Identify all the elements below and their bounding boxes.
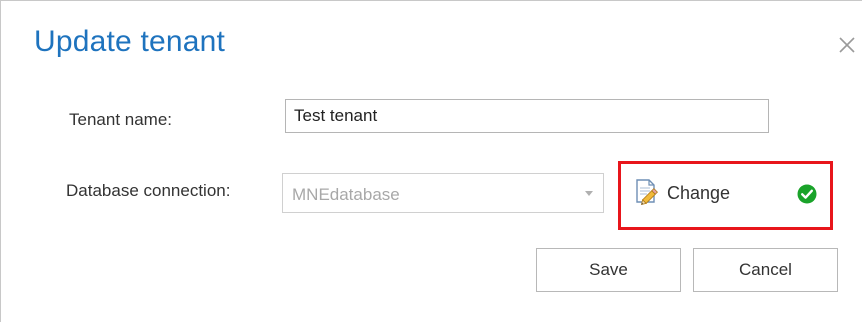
database-connection-select[interactable]: MNEdatabase xyxy=(282,173,604,213)
database-connection-value: MNEdatabase xyxy=(292,185,400,204)
cancel-button[interactable]: Cancel xyxy=(693,248,838,292)
database-connection-label: Database connection: xyxy=(66,181,231,200)
tenant-name-label: Tenant name: xyxy=(69,110,173,129)
save-button[interactable]: Save xyxy=(536,248,681,292)
tenant-name-input[interactable] xyxy=(285,99,769,133)
close-icon-graphic xyxy=(839,37,855,53)
update-tenant-dialog: Update tenant Tenant name: Database conn… xyxy=(0,0,862,322)
change-button[interactable]: Change xyxy=(633,177,731,210)
dialog-title: Update tenant xyxy=(34,25,226,58)
edit-pencil-icon xyxy=(633,177,661,210)
chevron-down-icon xyxy=(585,191,593,196)
change-label: Change xyxy=(667,182,731,203)
check-circle-icon xyxy=(797,184,817,204)
close-icon[interactable] xyxy=(837,35,857,55)
